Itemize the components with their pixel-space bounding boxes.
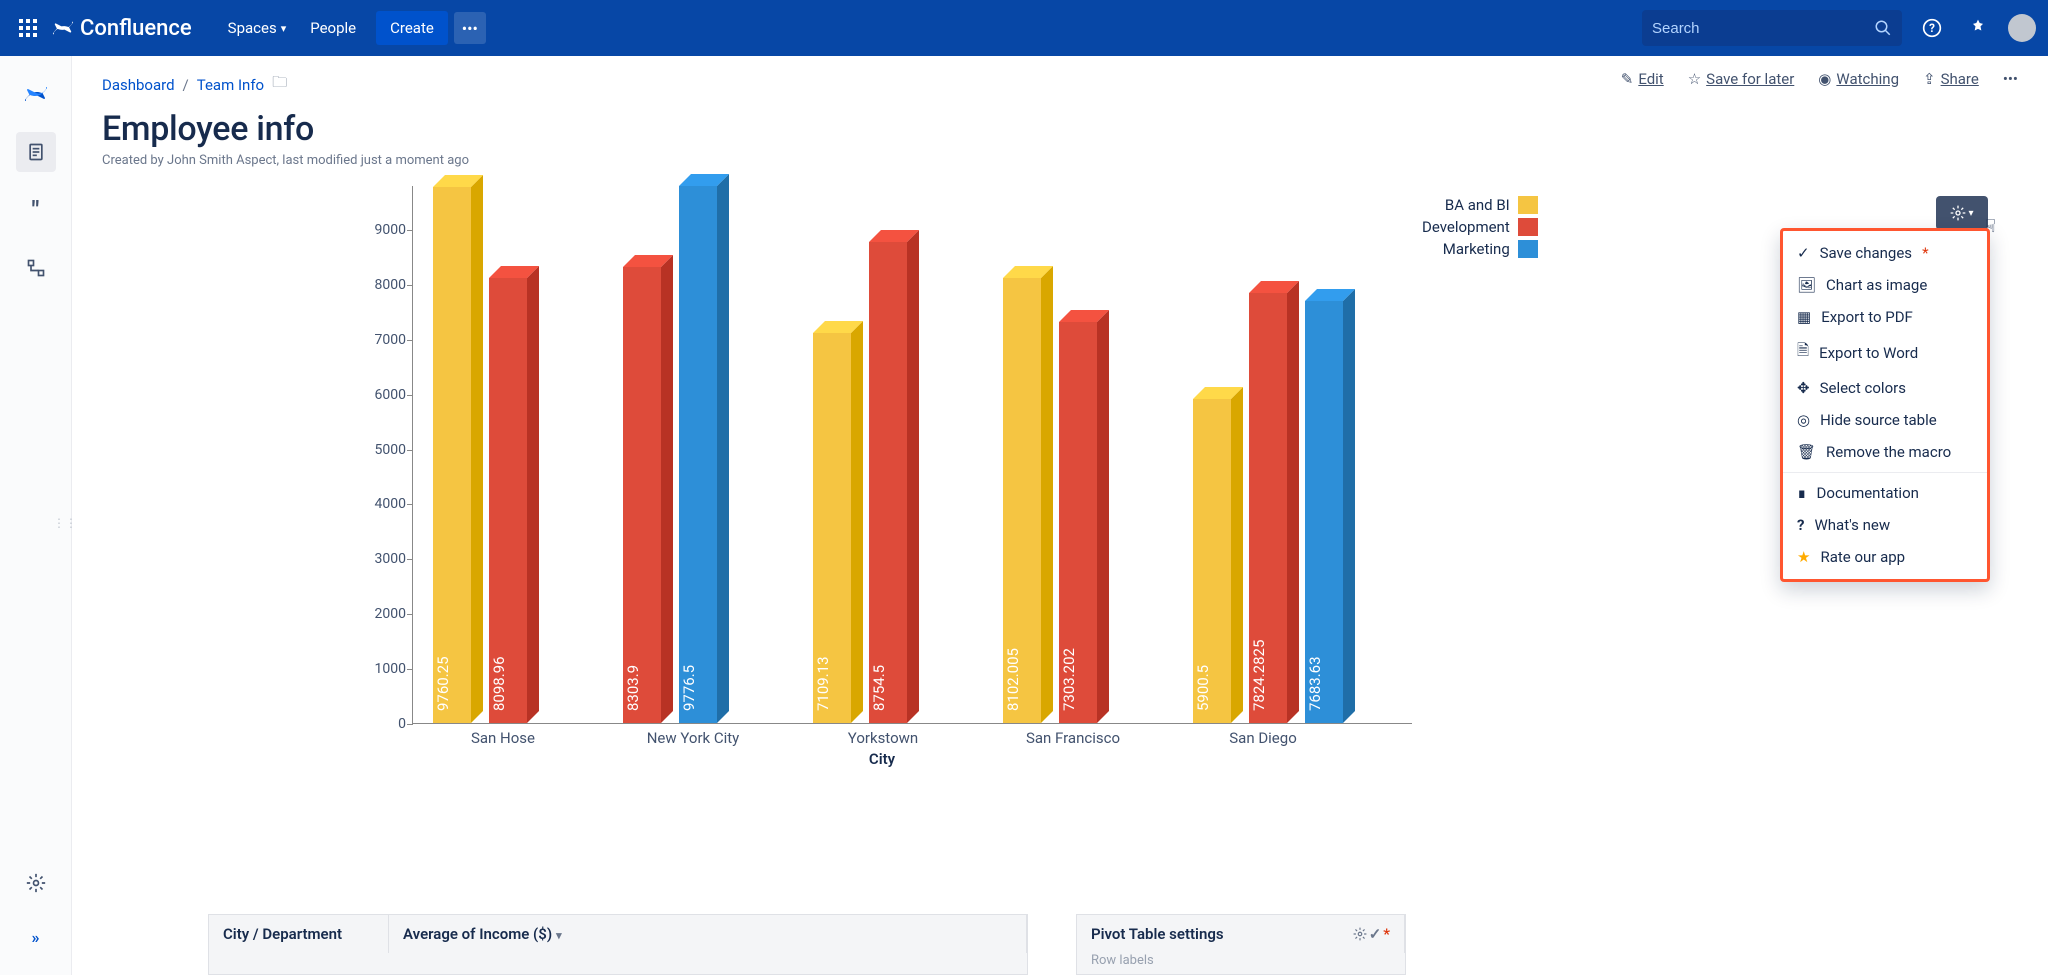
edit-button[interactable]: ✎Edit [1621, 70, 1664, 88]
x-tick-label: San Francisco [983, 729, 1163, 747]
create-button[interactable]: Create [376, 11, 448, 45]
star-icon: ☆ [1688, 70, 1701, 88]
chart-legend: BA and BI Development Marketing [1422, 196, 1538, 262]
folder-icon: 🗀 [272, 72, 287, 97]
table-header-income[interactable]: Average of Income ($) [389, 915, 1027, 953]
check-icon: ✓ [1797, 244, 1810, 262]
menu-rate-app[interactable]: ★Rate our app [1783, 541, 1987, 573]
page-title: Employee info [102, 109, 2018, 149]
ellipsis-icon: ••• [2003, 70, 2018, 88]
grid-icon [19, 19, 37, 37]
nav-people[interactable]: People [298, 11, 368, 45]
pivot-settings-title: Pivot Table settings [1091, 925, 1224, 943]
share-icon: ⇪ [1923, 70, 1936, 88]
page-more-button[interactable]: ••• [2003, 70, 2018, 88]
chart-settings-menu: ✓Save changes* 🖼Chart as image ▦Export t… [1780, 228, 1990, 582]
help-icon[interactable]: ? [1916, 12, 1948, 44]
x-tick-label: San Hose [413, 729, 593, 747]
menu-documentation[interactable]: ∎Documentation [1783, 477, 1987, 509]
svg-text:?: ? [1929, 21, 1935, 35]
source-table: City / Department Average of Income ($) [208, 914, 1028, 975]
pivot-settings-panel: Pivot Table settings ✓* Row labels [1076, 914, 1406, 975]
chevron-down-icon: ▾ [281, 22, 287, 35]
pivot-sub-label: Row labels [1077, 953, 1405, 974]
breadcrumb-root[interactable]: Dashboard [102, 76, 175, 94]
sidebar-quote-icon[interactable]: " [16, 190, 56, 230]
menu-remove-macro[interactable]: 🗑Remove the macro [1783, 436, 1987, 468]
pdf-icon: ▦ [1797, 308, 1811, 326]
menu-chart-as-image[interactable]: 🖼Chart as image [1783, 269, 1987, 301]
sidebar-tree-icon[interactable] [16, 248, 56, 288]
legend-swatch-mkt [1518, 240, 1538, 258]
y-tick-label: 4000 [375, 496, 406, 512]
sidebar-collapse-icon[interactable]: » [16, 917, 56, 957]
nav-spaces[interactable]: Spaces▾ [216, 11, 299, 45]
confluence-icon [52, 17, 74, 39]
y-tick-label: 0 [398, 716, 406, 732]
nav-more[interactable]: ••• [454, 12, 486, 44]
book-icon: ∎ [1797, 484, 1807, 502]
breadcrumb-current[interactable]: Team Info [197, 76, 264, 94]
y-tick-label: 8000 [375, 277, 406, 293]
watching-button[interactable]: ◉Watching [1818, 70, 1899, 88]
y-tick-label: 9000 [375, 222, 406, 238]
gear-icon [1950, 205, 1966, 221]
palette-icon: ✥ [1797, 379, 1810, 397]
avatar[interactable] [2008, 14, 2036, 42]
star-filled-icon: ★ [1797, 548, 1810, 566]
app-switcher[interactable] [12, 12, 44, 44]
product-name: Confluence [80, 16, 192, 41]
x-tick-label: Yorkstown [793, 729, 973, 747]
image-icon: 🖼 [1797, 276, 1816, 294]
y-tick-label: 7000 [375, 332, 406, 348]
eye-icon: ◉ [1818, 70, 1831, 88]
menu-export-pdf[interactable]: ▦Export to PDF [1783, 301, 1987, 333]
search-input[interactable] [1652, 20, 1874, 37]
product-logo[interactable]: Confluence [52, 16, 192, 41]
y-tick-label: 5000 [375, 442, 406, 458]
menu-whats-new[interactable]: ?What's new [1783, 509, 1987, 541]
question-icon: ? [1797, 516, 1804, 534]
search-box[interactable] [1642, 10, 1902, 46]
legend-swatch-dev [1518, 218, 1538, 236]
x-tick-label: San Diego [1173, 729, 1353, 747]
sidebar-confluence-icon[interactable] [16, 74, 56, 114]
pencil-icon: ✎ [1621, 70, 1634, 88]
notifications-icon[interactable] [1962, 12, 1994, 44]
table-header-city[interactable]: City / Department [209, 915, 389, 953]
search-icon [1874, 19, 1892, 37]
chevron-down-icon: ▾ [1968, 208, 1973, 219]
y-tick-label: 1000 [375, 661, 406, 677]
ellipsis-icon: ••• [462, 19, 478, 38]
share-button[interactable]: ⇪Share [1923, 70, 1979, 88]
bar-chart: 0100020003000400050006000700080009000 97… [352, 186, 1412, 766]
y-tick-label: 6000 [375, 387, 406, 403]
eye-off-icon: ◎ [1797, 411, 1810, 429]
menu-select-colors[interactable]: ✥Select colors [1783, 372, 1987, 404]
menu-save-changes[interactable]: ✓Save changes* [1783, 237, 1987, 269]
y-tick-label: 2000 [375, 606, 406, 622]
pivot-gear-button[interactable]: ✓* [1353, 925, 1390, 943]
page-meta: Created by John Smith Aspect, last modif… [102, 153, 2018, 168]
save-for-later-button[interactable]: ☆Save for later [1688, 70, 1795, 88]
x-axis-title: City [869, 750, 895, 768]
sidebar-pages-icon[interactable] [16, 132, 56, 172]
menu-hide-source[interactable]: ◎Hide source table [1783, 404, 1987, 436]
legend-swatch-ba [1518, 196, 1538, 214]
trash-icon: 🗑 [1797, 443, 1816, 461]
y-tick-label: 3000 [375, 551, 406, 567]
sidebar-settings-icon[interactable] [16, 863, 56, 903]
chart-settings-button[interactable]: ▾ [1936, 196, 1988, 230]
x-tick-label: New York City [603, 729, 783, 747]
menu-export-word[interactable]: 🗎Export to Word [1783, 333, 1987, 372]
doc-icon: 🗎 [1797, 340, 1809, 365]
